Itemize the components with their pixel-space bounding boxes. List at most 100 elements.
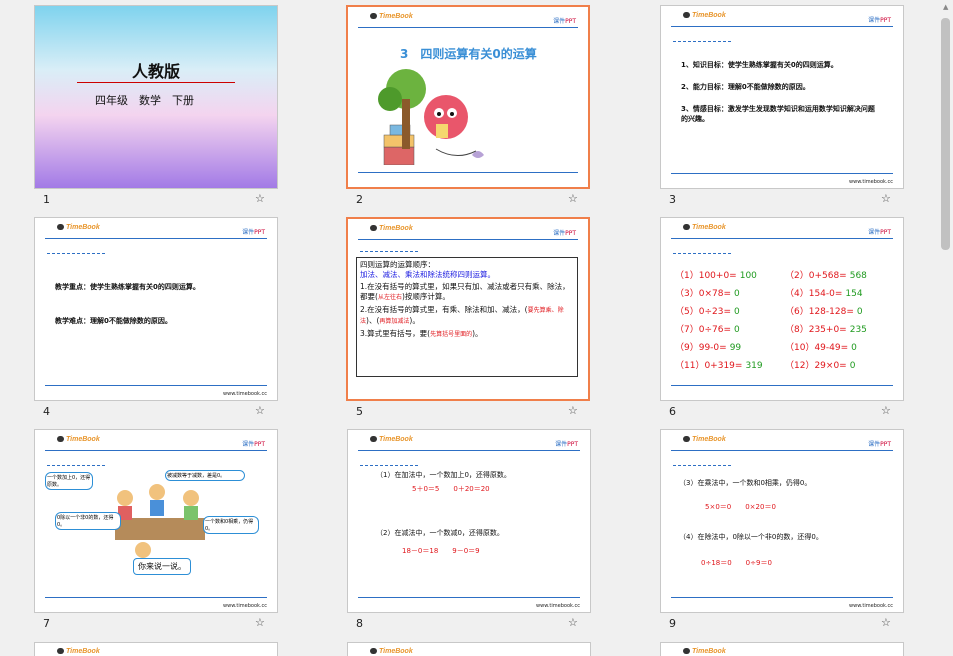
expression-item: （3）0×78= 0 bbox=[675, 289, 740, 299]
objective-2: 2、能力目标：理解0不能做除数的原因。 bbox=[681, 83, 810, 91]
slide-thumbnail-7[interactable]: TimeBook 课件PPT 一个数加上0，还得原数。 被减数等于减数，差是0。… bbox=[0, 424, 306, 636]
expression-item: （5）0÷23= 0 bbox=[675, 307, 740, 317]
star-icon[interactable]: ☆ bbox=[255, 616, 265, 629]
objective-3: 3、情感目标：激发学生发现数学知识和运用数学知识解决问题的兴趣。 bbox=[681, 105, 875, 123]
dashed-rule bbox=[360, 465, 418, 466]
expression-item: （1）100+0= 100 bbox=[675, 271, 757, 281]
timebook-logo: TimeBook bbox=[370, 436, 413, 443]
slide-6-canvas[interactable]: TimeBook 课件PPT （1）100+0= 100 （2）0+568= 568 （… bbox=[660, 217, 904, 401]
star-icon[interactable]: ☆ bbox=[881, 616, 891, 629]
ppt-tag: 课件PPT bbox=[868, 441, 891, 448]
expression-item: （6）128-128= 0 bbox=[785, 307, 863, 317]
rule-2: 2.在没有括号的算式里，有乘、除法和加、减法，(要先算乘、除法)、(再算加减法)… bbox=[360, 305, 564, 325]
rule-addition: （1）在加法中，一个数加上0，还得原数。 bbox=[376, 471, 511, 479]
header-rule bbox=[45, 450, 267, 451]
slide-2-canvas[interactable]: TimeBook 课件PPT 3 四则运算有关0的运算 bbox=[346, 5, 590, 189]
timebook-logo: TimeBook bbox=[683, 224, 726, 231]
expression-item: （4）154-0= 154 bbox=[785, 289, 863, 299]
slide-8-canvas[interactable]: TimeBook 课件PPT （1）在加法中，一个数加上0，还得原数。 5＋0＝… bbox=[347, 429, 591, 613]
scrollbar-thumb[interactable] bbox=[941, 18, 950, 250]
slide-thumbnail-12-partial[interactable]: TimeBook bbox=[660, 642, 904, 656]
footer-rule bbox=[358, 597, 580, 598]
timebook-logo: TimeBook bbox=[57, 648, 100, 655]
slide-number: 6 bbox=[669, 405, 676, 418]
slide-thumbnail-2[interactable]: TimeBook 课件PPT 3 四则运算有关0的运算 2 ☆ bbox=[0, 0, 590, 212]
ppt-tag: 课件PPT bbox=[555, 441, 578, 448]
star-icon[interactable]: ☆ bbox=[881, 404, 891, 417]
dashed-rule bbox=[47, 465, 105, 466]
rule-1: 1.在没有括号的算式里，如果只有加、减法或者只有乘、除法，都要(从左往右)按顺序… bbox=[360, 282, 570, 301]
slide-sorter-grid: 人教版 四年级 数学 下册 1 ☆ TimeBook 课件PPT 3 四则运算有… bbox=[0, 0, 938, 656]
timebook-logo: TimeBook bbox=[683, 648, 726, 655]
rule-subtraction: （2）在减法中，一个数减0，还得原数。 bbox=[376, 529, 504, 537]
speech-bubble-2: 被减数等于减数，差是0。 bbox=[165, 470, 245, 481]
timebook-logo: TimeBook bbox=[683, 12, 726, 19]
ppt-tag: 课件PPT bbox=[553, 230, 576, 237]
slide-number: 2 bbox=[356, 193, 363, 206]
slide-number: 8 bbox=[356, 617, 363, 630]
ppt-tag: 课件PPT bbox=[868, 17, 891, 24]
rule-3: 3.算式里有括号，要(先算括号里面的)。 bbox=[360, 329, 483, 338]
header-rule bbox=[358, 27, 578, 28]
slide-thumbnail-9[interactable]: TimeBook 课件PPT （3）在乘法中，一个数和0相乘，仍得0。 5×0＝… bbox=[626, 424, 932, 636]
slide-number: 9 bbox=[669, 617, 676, 630]
slide-thumbnail-11-partial[interactable]: TimeBook bbox=[347, 642, 591, 656]
slide-3-canvas[interactable]: TimeBook 课件PPT 1、知识目标：使学生熟练掌握有关0的四则运算。 2… bbox=[660, 5, 904, 189]
expression-item: （7）0÷76= 0 bbox=[675, 325, 740, 335]
dashed-rule bbox=[673, 41, 731, 42]
expression-item: （8）235+0= 235 bbox=[785, 325, 867, 335]
expression-item: （11）0+319= 319 bbox=[675, 361, 763, 371]
slide-number: 5 bbox=[356, 405, 363, 418]
slide-number: 7 bbox=[43, 617, 50, 630]
footer-rule bbox=[671, 173, 893, 174]
speech-bubble-3: 0除以一个非0的数，还得0。 bbox=[55, 512, 121, 530]
footer-rule bbox=[671, 385, 893, 386]
timebook-logo: TimeBook bbox=[683, 436, 726, 443]
site-url: www.timebook.cc bbox=[849, 603, 893, 609]
ppt-tag: 课件PPT bbox=[553, 18, 576, 25]
site-url: www.timebook.cc bbox=[223, 603, 267, 609]
slide-thumbnail-8[interactable]: TimeBook 课件PPT （1）在加法中，一个数加上0，还得原数。 5＋0＝… bbox=[313, 424, 619, 636]
star-icon[interactable]: ☆ bbox=[568, 404, 578, 417]
slide-thumbnail-3[interactable]: TimeBook 课件PPT 1、知识目标：使学生熟练掌握有关0的四则运算。 2… bbox=[626, 0, 932, 212]
apple-character-illustration bbox=[378, 69, 484, 165]
star-icon[interactable]: ☆ bbox=[568, 616, 578, 629]
header-rule bbox=[671, 26, 893, 27]
timebook-logo: TimeBook bbox=[57, 436, 100, 443]
caption-bubble: 你来说一说。 bbox=[133, 558, 191, 575]
dashed-rule bbox=[673, 465, 731, 466]
expression-item: （2）0+568= 568 bbox=[785, 271, 867, 281]
star-icon[interactable]: ☆ bbox=[881, 192, 891, 205]
example-subtraction: 18－0＝18 9－0＝9 bbox=[402, 547, 480, 555]
header-rule bbox=[671, 450, 893, 451]
site-url: www.timebook.cc bbox=[849, 179, 893, 185]
slide-7-canvas[interactable]: TimeBook 课件PPT 一个数加上0，还得原数。 被减数等于减数，差是0。… bbox=[34, 429, 278, 613]
slide-5-canvas[interactable]: TimeBook 课件PPT 四则运算的运算顺序： 加法、减法、乘法和除法统称四… bbox=[346, 217, 590, 401]
header-rule bbox=[358, 450, 580, 451]
slide-thumbnail-5[interactable]: TimeBook 课件PPT 四则运算的运算顺序： 加法、减法、乘法和除法统称四… bbox=[0, 212, 590, 424]
dashed-rule bbox=[673, 253, 731, 254]
rule-multiplication: （3）在乘法中，一个数和0相乘，仍得0。 bbox=[679, 479, 812, 487]
slide-number: 3 bbox=[669, 193, 676, 206]
slide-2-heading: 3 四则运算有关0的运算 bbox=[400, 47, 537, 61]
example-addition: 5＋0＝5 0＋20＝20 bbox=[412, 485, 490, 493]
star-icon[interactable]: ☆ bbox=[568, 192, 578, 205]
slide-9-canvas[interactable]: TimeBook 课件PPT （3）在乘法中，一个数和0相乘，仍得0。 5×0＝… bbox=[660, 429, 904, 613]
footer-rule bbox=[358, 172, 578, 173]
timebook-logo: TimeBook bbox=[370, 13, 413, 20]
ppt-tag: 课件PPT bbox=[868, 229, 891, 236]
scroll-up-arrow-icon[interactable]: ▲ bbox=[943, 3, 948, 11]
expression-item: （12）29×0= 0 bbox=[785, 361, 856, 371]
example-multiplication: 5×0＝0 0×20＝0 bbox=[705, 503, 776, 511]
ppt-tag: 课件PPT bbox=[242, 441, 265, 448]
expression-item: （9）99-0= 99 bbox=[675, 343, 742, 353]
dashed-rule bbox=[360, 251, 418, 252]
slide-thumbnail-6[interactable]: TimeBook 课件PPT （1）100+0= 100 （2）0+568= 568 （… bbox=[626, 212, 932, 424]
footer-rule bbox=[671, 597, 893, 598]
site-url: www.timebook.cc bbox=[536, 603, 580, 609]
slide-thumbnail-10-partial[interactable]: TimeBook bbox=[34, 642, 278, 656]
footer-rule bbox=[45, 597, 267, 598]
timebook-logo: TimeBook bbox=[370, 225, 413, 232]
rule-division: （4）在除法中，0除以一个非0的数，还得0。 bbox=[679, 533, 823, 541]
example-division: 0÷18＝0 0÷9＝0 bbox=[701, 559, 772, 567]
